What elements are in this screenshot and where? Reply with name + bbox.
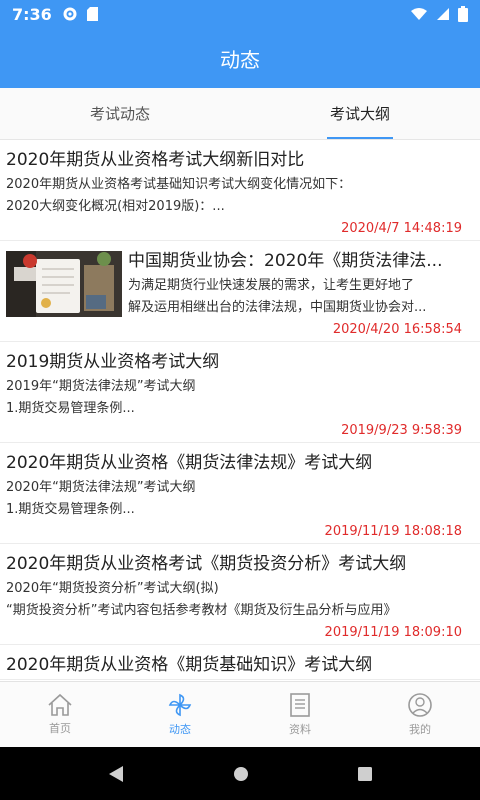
system-nav-bar bbox=[0, 747, 480, 800]
item-desc: 2020年“期货投资分析”考试大纲(拟) bbox=[6, 581, 219, 596]
list-item[interactable]: 2019期货从业资格考试大纲 2019年“期货法律法规”考试大纲 1.期货交易管… bbox=[0, 342, 480, 443]
status-time: 7:36 bbox=[12, 4, 52, 24]
app-bar: 动态 bbox=[0, 28, 480, 88]
list-item[interactable]: 2020年期货从业资格《期货法律法规》考试大纲 2020年“期货法律法规”考试大… bbox=[0, 443, 480, 544]
document-icon bbox=[290, 693, 310, 717]
item-desc: 2020大纲变化概况(相对2019版)：... bbox=[6, 199, 225, 214]
pinwheel-icon bbox=[168, 693, 192, 717]
item-desc: 1.期货交易管理条例... bbox=[6, 401, 135, 416]
home-icon bbox=[48, 693, 72, 716]
item-title: 2019期货从业资格考试大纲 bbox=[6, 352, 220, 372]
nav-materials[interactable]: 资料 bbox=[240, 682, 360, 747]
article-list: 2020年期货从业资格考试大纲新旧对比 2020年期货从业资格考试基础知识考试大… bbox=[0, 140, 480, 681]
nav-home[interactable]: 首页 bbox=[0, 682, 120, 747]
item-body: 中国期货业协会：2020年《期货法律法... 为满足期货行业快速发展的需求，让考… bbox=[128, 247, 474, 341]
item-date: 2020/4/7 14:48:19 bbox=[341, 221, 462, 236]
home-circle-icon[interactable] bbox=[233, 766, 249, 782]
signal-icon bbox=[437, 8, 449, 20]
nav-home-label: 首页 bbox=[49, 722, 71, 735]
item-desc: 2020年期货从业资格考试基础知识考试大纲变化情况如下： bbox=[6, 177, 352, 192]
item-date: 2019/11/19 18:08:18 bbox=[324, 524, 462, 539]
item-desc: 2019年“期货法律法规”考试大纲 bbox=[6, 379, 196, 394]
item-date: 2019/11/19 18:09:10 bbox=[324, 625, 462, 640]
list-item[interactable]: 2020年期货从业资格考试《期货投资分析》考试大纲 2020年“期货投资分析”考… bbox=[0, 544, 480, 645]
list-item[interactable]: 中国期货业协会：2020年《期货法律法... 为满足期货行业快速发展的需求，让考… bbox=[0, 241, 480, 342]
status-bar: 7:36 bbox=[0, 0, 480, 28]
desk-photo-image bbox=[6, 251, 122, 317]
page-title: 动态 bbox=[220, 47, 260, 72]
tab-bar: 考试动态 考试大纲 bbox=[0, 88, 480, 140]
item-desc: “期货投资分析”考试内容包括参考教材《期货及衍生品分析与应用》 bbox=[6, 603, 397, 618]
tab-exam-news[interactable]: 考试动态 bbox=[0, 88, 240, 139]
bottom-nav: 首页 动态 资料 我的 bbox=[0, 681, 480, 747]
sd-card-icon bbox=[86, 7, 98, 21]
wifi-icon bbox=[411, 8, 427, 20]
nav-news-label: 动态 bbox=[169, 723, 191, 736]
item-title: 2020年期货从业资格《期货基础知识》考试大纲 bbox=[6, 655, 373, 675]
battery-icon bbox=[458, 6, 468, 22]
item-title: 2020年期货从业资格考试大纲新旧对比 bbox=[6, 150, 305, 170]
item-date: 2020/4/20 16:58:54 bbox=[332, 322, 462, 337]
list-item[interactable]: 2020年期货从业资格《期货基础知识》考试大纲 bbox=[0, 645, 480, 680]
status-left-icons bbox=[62, 6, 99, 22]
nav-profile-label: 我的 bbox=[409, 723, 431, 736]
item-desc: 为满足期货行业快速发展的需求，让考生更好地了 bbox=[128, 278, 415, 293]
tab-exam-syllabus[interactable]: 考试大纲 bbox=[240, 88, 480, 139]
nav-news[interactable]: 动态 bbox=[120, 682, 240, 747]
settings-icon bbox=[63, 7, 77, 21]
item-title: 中国期货业协会：2020年《期货法律法... bbox=[128, 251, 443, 271]
back-icon[interactable] bbox=[107, 765, 125, 783]
item-desc: 解及运用相继出台的法律法规，中国期货业协会对... bbox=[128, 300, 427, 315]
item-date: 2019/9/23 9:58:39 bbox=[341, 423, 462, 438]
status-right-icons bbox=[410, 6, 468, 22]
user-icon bbox=[408, 693, 432, 717]
recents-icon[interactable] bbox=[357, 766, 373, 782]
nav-materials-label: 资料 bbox=[289, 723, 311, 736]
item-title: 2020年期货从业资格考试《期货投资分析》考试大纲 bbox=[6, 554, 407, 574]
item-desc: 2020年“期货法律法规”考试大纲 bbox=[6, 480, 196, 495]
list-item[interactable]: 2020年期货从业资格考试大纲新旧对比 2020年期货从业资格考试基础知识考试大… bbox=[0, 140, 480, 241]
nav-profile[interactable]: 我的 bbox=[360, 682, 480, 747]
item-thumbnail bbox=[6, 251, 122, 317]
item-title: 2020年期货从业资格《期货法律法规》考试大纲 bbox=[6, 453, 373, 473]
item-desc: 1.期货交易管理条例... bbox=[6, 502, 135, 517]
